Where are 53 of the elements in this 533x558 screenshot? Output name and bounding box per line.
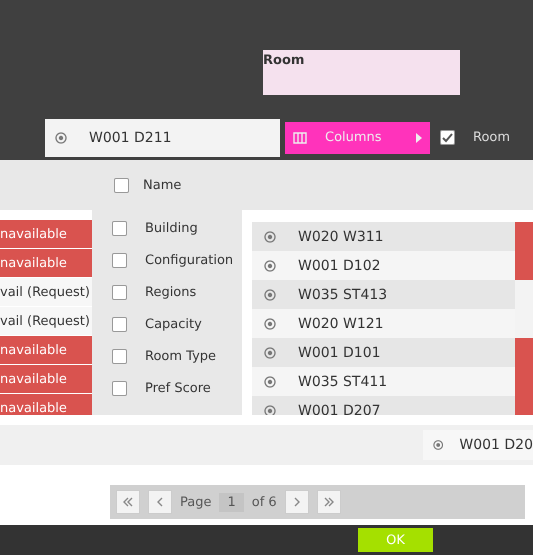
checkbox[interactable] xyxy=(112,316,127,332)
chevron-icon xyxy=(122,496,134,508)
room-row[interactable]: W001 D102 xyxy=(252,251,515,280)
checkbox[interactable] xyxy=(112,220,127,236)
status-cell: vail (Request) xyxy=(0,307,92,335)
status-cell: navailable xyxy=(0,394,92,415)
previous-page-button[interactable] xyxy=(148,490,172,514)
status-cell: navailable xyxy=(0,249,92,277)
status-cell: vail (Request) xyxy=(0,278,92,306)
column-option-label: Regions xyxy=(145,284,196,300)
checkbox[interactable] xyxy=(112,284,127,300)
radio-icon xyxy=(264,288,276,300)
radio-icon xyxy=(264,346,276,358)
column-header: Name xyxy=(143,178,182,192)
submenu-label[interactable]: Room xyxy=(473,130,510,145)
column-option-label: Configuration xyxy=(145,252,234,268)
selected-room-row[interactable]: W001 D211 xyxy=(45,118,280,156)
radio-icon xyxy=(264,318,276,330)
column-option-label: Building xyxy=(145,220,198,236)
first-page-button[interactable] xyxy=(116,490,140,514)
column-option-label: Room Type xyxy=(145,348,216,364)
room-row[interactable]: W020 W311 xyxy=(252,222,515,251)
column-option-label: Pref Score xyxy=(145,380,211,396)
last-page-button[interactable] xyxy=(316,490,341,514)
page-count: of 6 xyxy=(252,494,277,510)
panel-title: Room xyxy=(263,53,304,68)
radio-icon xyxy=(264,260,276,272)
room-row[interactable]: W001 D101 xyxy=(252,338,515,367)
status-cell: navailable xyxy=(0,336,92,364)
next-page-button[interactable] xyxy=(284,490,309,514)
room-row[interactable]: W035 ST413 xyxy=(252,280,515,309)
page-label: Page xyxy=(180,494,212,510)
checkbox[interactable] xyxy=(112,252,127,268)
checkbox[interactable] xyxy=(112,348,127,364)
room-row[interactable]: W001 D207 xyxy=(252,396,515,415)
checkbox[interactable] xyxy=(114,178,129,192)
page-number: 1 xyxy=(219,492,244,512)
room-row[interactable]: W001 D20 xyxy=(423,430,533,460)
checkbox[interactable] xyxy=(440,130,455,145)
checkbox[interactable] xyxy=(112,380,127,396)
radio-icon xyxy=(433,439,444,451)
chevron-icon xyxy=(322,496,335,508)
radio-icon xyxy=(264,230,276,242)
room-row[interactable]: W035 ST411 xyxy=(252,367,515,396)
status-cell: navailable xyxy=(0,365,92,393)
radio-icon xyxy=(264,404,276,415)
room-row[interactable]: W020 W121 xyxy=(252,309,515,338)
columns-icon xyxy=(293,132,307,144)
radio-icon xyxy=(55,132,67,144)
radio-icon xyxy=(264,376,276,388)
status-cell: navailable xyxy=(0,220,92,248)
column-option-label: Capacity xyxy=(145,316,202,332)
caret-icon xyxy=(416,132,422,142)
